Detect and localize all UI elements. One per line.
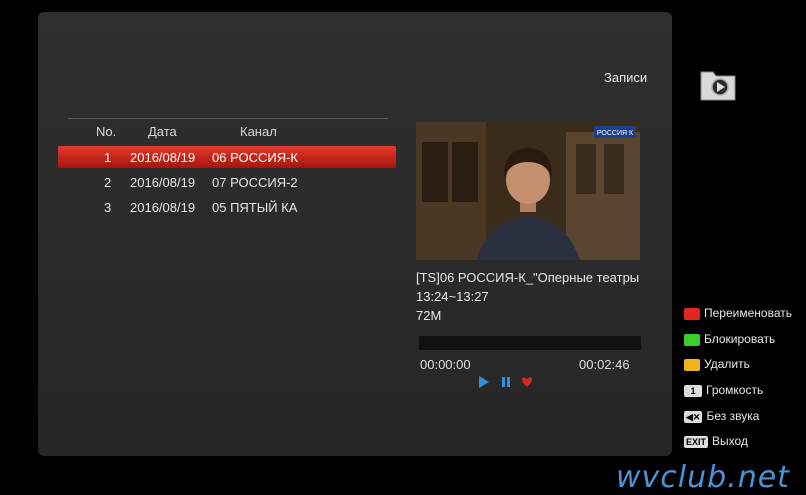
recording-time-range: 13:24~13:27 xyxy=(416,289,489,304)
recording-row[interactable]: 1 2016/08/19 06 РОССИЯ-К xyxy=(58,146,396,168)
exit-key-icon: EXIT xyxy=(684,435,709,448)
red-button-icon xyxy=(684,307,700,320)
legend-volume[interactable]: 1 Громкость xyxy=(684,383,763,397)
column-header-date: Дата xyxy=(148,124,177,139)
row-number: 2 xyxy=(104,175,112,190)
row-date: 2016/08/19 xyxy=(130,200,196,215)
playback-total-time: 00:02:46 xyxy=(579,357,630,372)
recording-row[interactable]: 2 2016/08/19 07 РОССИЯ-2 xyxy=(58,171,396,193)
recording-title: [TS]06 РОССИЯ-К_"Оперные театры xyxy=(416,270,640,285)
row-number: 3 xyxy=(104,200,112,215)
channel-logo: РОССИЯ К xyxy=(597,130,634,137)
playback-progress-bar[interactable] xyxy=(419,336,641,350)
legend-label: Удалить xyxy=(704,357,750,371)
legend-lock[interactable]: Блокировать xyxy=(684,332,775,346)
legend-exit[interactable]: EXIT Выход xyxy=(684,434,748,448)
row-date: 2016/08/19 xyxy=(130,150,196,165)
recordings-folder-icon xyxy=(700,71,736,101)
row-channel: 05 ПЯТЫЙ КА xyxy=(212,200,298,215)
legend-rename[interactable]: Переименовать xyxy=(684,306,792,320)
legend-mute[interactable]: ◀✕ Без звука xyxy=(684,409,759,423)
playback-current-time: 00:00:00 xyxy=(420,357,471,372)
key-1-icon: 1 xyxy=(684,384,702,397)
legend-label: Переименовать xyxy=(704,306,792,320)
video-preview: РОССИЯ К xyxy=(416,122,640,260)
pause-icon[interactable] xyxy=(500,376,512,388)
legend-label: Блокировать xyxy=(704,332,776,346)
row-number: 1 xyxy=(104,150,112,165)
legend-label: Без звука xyxy=(706,409,760,423)
column-header-no: No. xyxy=(96,124,117,139)
mute-icon: ◀✕ xyxy=(684,410,703,423)
row-date: 2016/08/19 xyxy=(130,175,196,190)
legend-label: Громкость xyxy=(706,383,764,397)
yellow-button-icon xyxy=(684,358,700,371)
record-icon[interactable] xyxy=(521,376,533,388)
row-channel: 06 РОССИЯ-К xyxy=(212,150,298,165)
list-divider xyxy=(68,118,388,119)
watermark: wvclub.net xyxy=(616,460,790,495)
recording-row[interactable]: 3 2016/08/19 05 ПЯТЫЙ КА xyxy=(58,196,396,218)
play-icon[interactable] xyxy=(478,376,490,388)
legend-label: Выход xyxy=(712,434,748,448)
recording-size: 72M xyxy=(416,308,442,323)
row-channel: 07 РОССИЯ-2 xyxy=(212,175,298,190)
green-button-icon xyxy=(684,333,700,346)
legend-delete[interactable]: Удалить xyxy=(684,357,750,371)
section-title: Записи xyxy=(604,70,648,85)
column-header-channel: Канал xyxy=(240,124,277,139)
